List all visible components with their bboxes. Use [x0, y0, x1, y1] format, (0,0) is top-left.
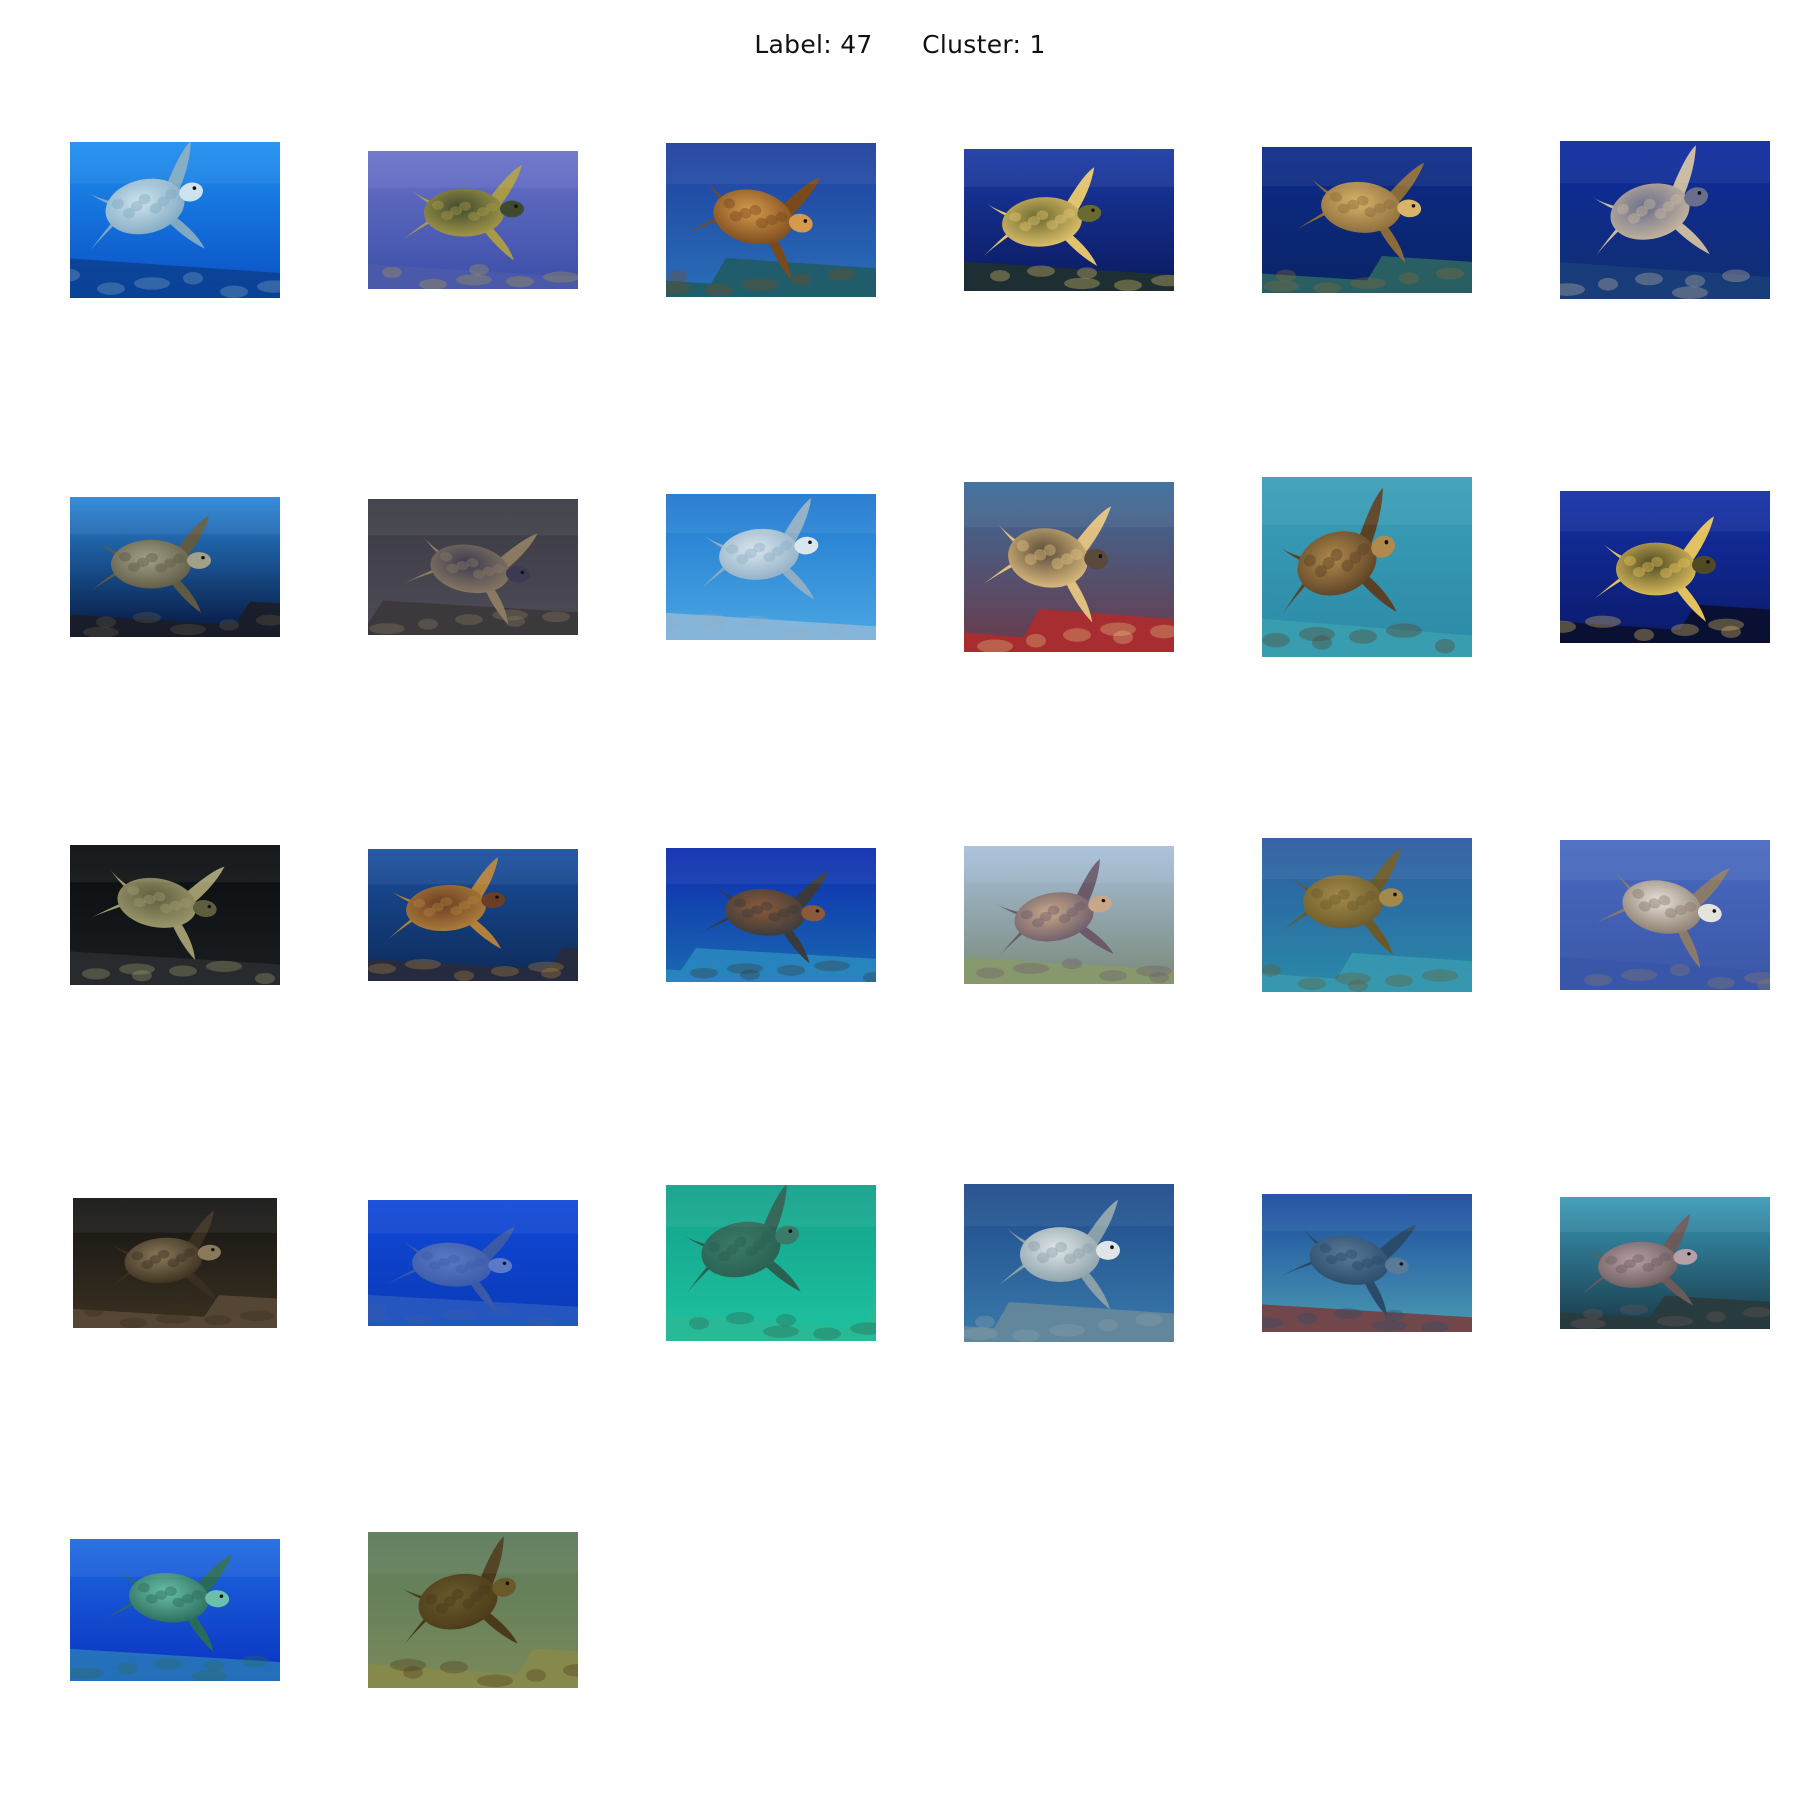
turtle-thumbnail [70, 845, 280, 985]
turtle-thumbnail [70, 1539, 280, 1681]
turtle-thumbnail [964, 149, 1174, 291]
sea-turtle-image [964, 846, 1174, 984]
turtle-thumbnail [666, 494, 876, 640]
turtle-thumbnail [666, 143, 876, 297]
turtle-thumbnail [368, 1532, 578, 1688]
sea-turtle-image [666, 494, 876, 640]
sea-turtle-image [368, 499, 578, 635]
sea-turtle-image [666, 1185, 876, 1341]
sea-turtle-image [368, 849, 578, 981]
sea-turtle-image [70, 845, 280, 985]
sea-turtle-image [964, 1184, 1174, 1342]
turtle-thumbnail [666, 848, 876, 982]
sea-turtle-image [1560, 1197, 1770, 1329]
turtle-thumbnail [1560, 840, 1770, 990]
turtle-thumbnail [70, 497, 280, 637]
sea-turtle-image [70, 1539, 280, 1681]
sea-turtle-image [1262, 147, 1472, 293]
turtle-thumbnail [368, 1200, 578, 1326]
sea-turtle-image [368, 151, 578, 289]
sea-turtle-image [70, 497, 280, 637]
turtle-thumbnail [70, 142, 280, 298]
sea-turtle-image [964, 149, 1174, 291]
turtle-thumbnail [73, 1198, 277, 1328]
sea-turtle-image [1560, 840, 1770, 990]
sea-turtle-image [666, 143, 876, 297]
turtle-thumbnail [1560, 1197, 1770, 1329]
sea-turtle-image [964, 482, 1174, 652]
turtle-thumbnail [1262, 147, 1472, 293]
thumbnail-grid [0, 0, 1800, 1800]
turtle-thumbnail [1560, 491, 1770, 643]
turtle-thumbnail [666, 1185, 876, 1341]
sea-turtle-image [1262, 838, 1472, 992]
turtle-thumbnail [368, 151, 578, 289]
turtle-thumbnail [964, 482, 1174, 652]
turtle-thumbnail [964, 1184, 1174, 1342]
turtle-thumbnail [368, 849, 578, 981]
sea-turtle-image [368, 1200, 578, 1326]
sea-turtle-image [1560, 491, 1770, 643]
sea-turtle-image [368, 1532, 578, 1688]
sea-turtle-image [73, 1198, 277, 1328]
sea-turtle-image [1560, 141, 1770, 299]
turtle-thumbnail [1560, 141, 1770, 299]
turtle-thumbnail [1262, 1194, 1472, 1332]
turtle-thumbnail [1262, 477, 1472, 657]
turtle-thumbnail [1262, 838, 1472, 992]
turtle-thumbnail [964, 846, 1174, 984]
sea-turtle-image [1262, 1194, 1472, 1332]
sea-turtle-image [70, 142, 280, 298]
sea-turtle-image [666, 848, 876, 982]
sea-turtle-image [1262, 477, 1472, 657]
turtle-thumbnail [368, 499, 578, 635]
